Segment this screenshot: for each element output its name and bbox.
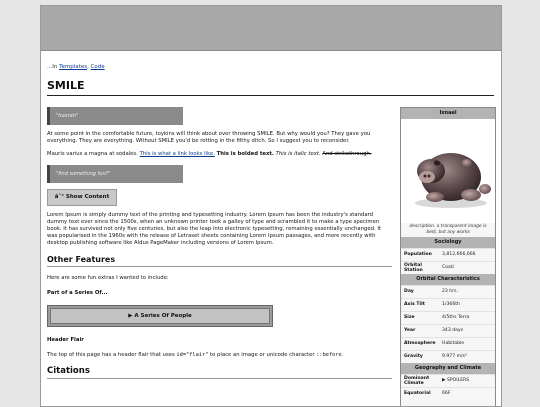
strikethrough-text: And strikethrough.	[322, 151, 372, 158]
content-area: ...In Templates, Code SMILE "hoorah" At …	[47, 64, 496, 406]
infobox-key: Atmosphere	[404, 341, 436, 347]
infobox-key: Day	[404, 289, 414, 295]
breadcrumb-prefix: ...In	[47, 64, 58, 70]
orbital-header: Orbital Characteristics	[401, 274, 495, 285]
page-title: SMILE	[47, 79, 494, 96]
infobox-key: Dominant Climate	[404, 375, 430, 386]
infobox-row: Equatorial 66F	[401, 387, 495, 400]
infobox-row: Day 23 hrs.	[401, 285, 495, 298]
formatting-paragraph: Mauris varius a magna at sodales. This i…	[47, 151, 392, 158]
show-content-button[interactable]: â˜° Show Content	[47, 188, 117, 206]
infobox-value: 23 hrs.	[442, 289, 458, 295]
example-link[interactable]: This is what a link looks like.	[140, 151, 215, 157]
infobox-row: Year 343 days	[401, 324, 495, 337]
creature-illustration	[415, 153, 491, 208]
paragraph-text: Mauris varius a magna at sodales.	[47, 151, 138, 158]
series-toggle[interactable]: ▶ A Series Of People	[50, 308, 270, 325]
infobox-caption: description. a transparent image is best…	[409, 224, 487, 235]
infobox-value: 1/366th	[442, 302, 460, 308]
flair-paragraph: The top of this page has a header flair …	[47, 352, 392, 359]
infobox-title: Ixnael	[401, 108, 495, 119]
page: ...In Templates, Code SMILE "hoorah" At …	[40, 5, 502, 407]
code-snippet: id="flair"	[176, 352, 209, 359]
infobox-value: 3,812,666,666	[442, 252, 476, 258]
top-banner	[41, 6, 501, 51]
bold-text: This is bolded text.	[216, 151, 274, 158]
breadcrumb-link-templates[interactable]: Templates	[59, 64, 87, 70]
flair-text: .	[341, 352, 344, 359]
infobox-row: Population 3,812,666,666	[401, 248, 495, 261]
infobox-key: Size	[404, 315, 415, 321]
flair-heading: Header Flair	[47, 337, 84, 344]
flair-text: The top of this page has a header flair …	[47, 352, 175, 359]
intro-paragraph: At some point in the comfortable future,…	[47, 131, 371, 145]
series-heading: Part of a Series Of...	[47, 290, 108, 297]
infobox-key: Axis Tilt	[404, 302, 425, 308]
infobox-key: Year	[404, 328, 416, 334]
breadcrumb: ...In Templates, Code	[47, 64, 494, 73]
lorem-paragraph: Lorem Ipsum is simply dummy text of the …	[47, 211, 381, 247]
geography-header: Geography and Climate	[401, 363, 495, 374]
infobox-row: Gravity 9.977 m/s²	[401, 350, 495, 363]
infobox-image	[401, 119, 495, 223]
infobox-row: Atmosphere Habitable	[401, 337, 495, 350]
infobox-value: 66F	[442, 391, 451, 397]
infobox-value: 9.977 m/s²	[442, 354, 467, 360]
main-column: "hoorah" At some point in the comfortabl…	[47, 107, 392, 379]
infobox-row: Size 4/5ths Terra	[401, 311, 495, 324]
infobox-row: Orbital Station Coati	[401, 261, 495, 274]
infobox-key: Gravity	[404, 354, 423, 360]
infobox-row: Dominant Climate ▶ SPOILERS	[401, 374, 495, 387]
infobox-key: Population	[404, 252, 432, 258]
italic-text: This is italic text.	[275, 151, 321, 158]
citations-heading: Citations	[47, 366, 392, 379]
infobox: Ixnael description. a transparent image …	[400, 107, 496, 406]
flair-text: to place an image or unicode character	[210, 352, 315, 359]
code-snippet: ::before	[316, 352, 342, 359]
quote-block: "find something fun?"	[47, 164, 183, 183]
infobox-key: Equatorial	[404, 391, 431, 397]
breadcrumb-separator: ,	[87, 64, 89, 70]
infobox-row: Axis Tilt 1/366th	[401, 298, 495, 311]
sociology-header: Sociology	[401, 237, 495, 248]
infobox-value: Habitable	[442, 341, 465, 347]
section-heading: Other Features	[47, 255, 392, 267]
infobox-key: Orbital Station	[404, 262, 423, 273]
breadcrumb-link-code[interactable]: Code	[91, 64, 105, 70]
features-intro: Here are some fun extras I wanted to inc…	[47, 274, 169, 281]
show-content-label: Show Content	[65, 193, 110, 200]
spoiler-toggle[interactable]: ▶ SPOILERS	[442, 378, 495, 383]
infobox-value: 4/5ths Terra	[442, 315, 470, 321]
infobox-value: 343 days	[442, 328, 464, 334]
menu-icon: â˜°	[54, 193, 64, 200]
series-box[interactable]: ▶ A Series Of People	[47, 305, 273, 328]
quote-block: "hoorah"	[47, 107, 183, 125]
infobox-value: Coati	[442, 265, 454, 271]
